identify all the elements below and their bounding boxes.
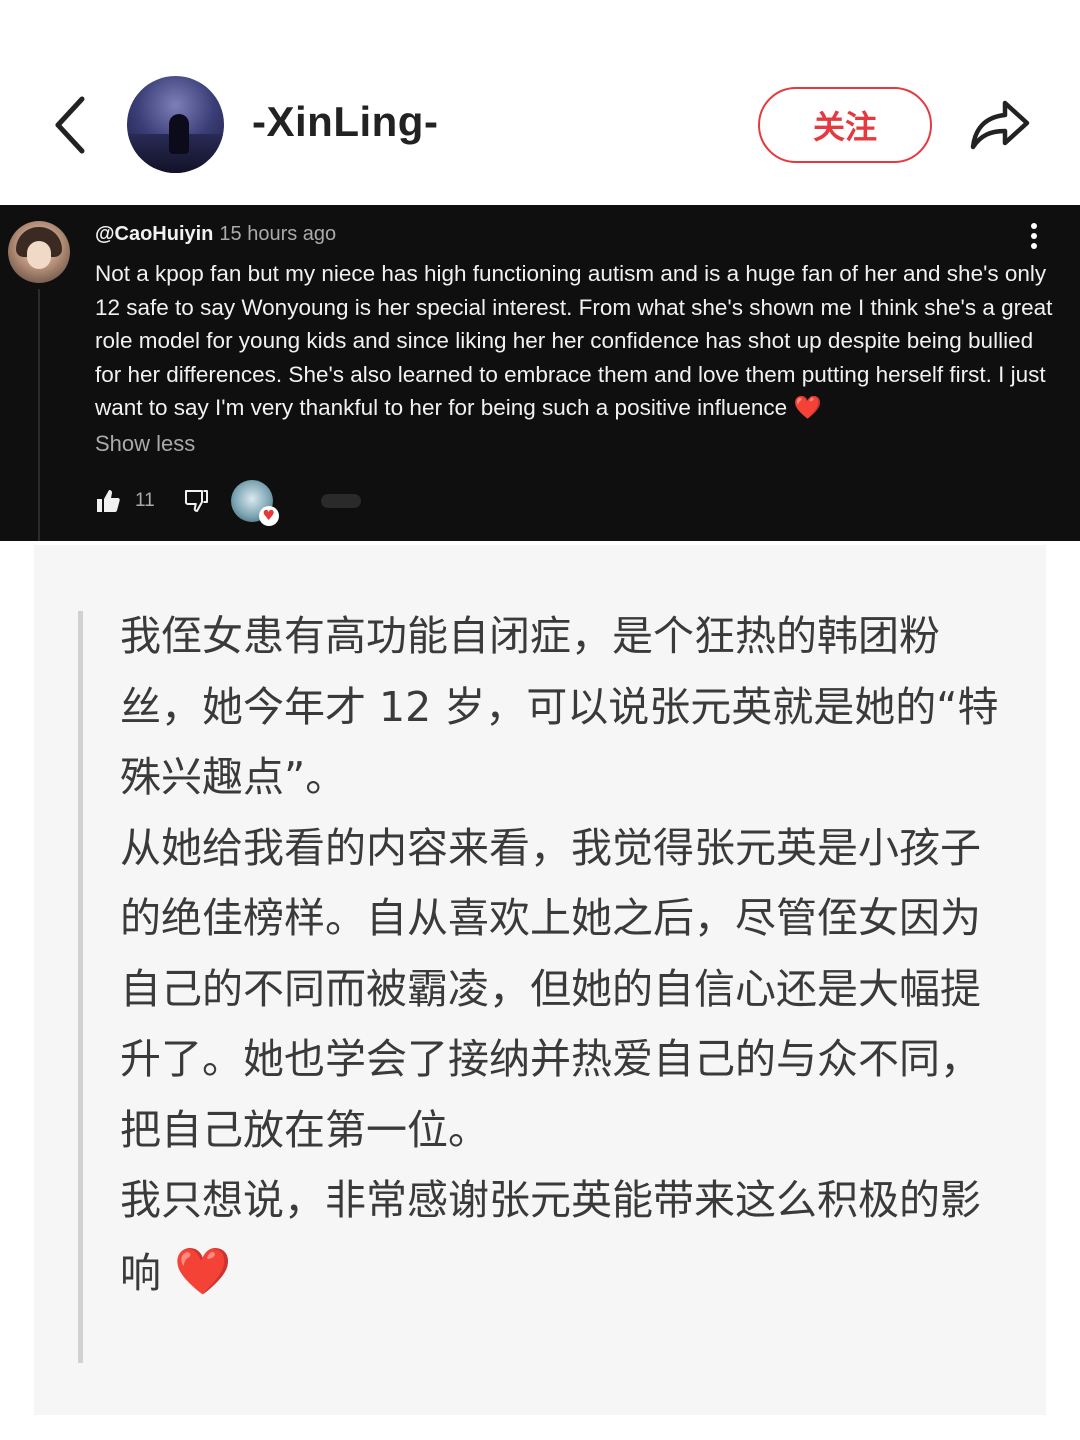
comment-body: Not a kpop fan but my niece has high fun… — [95, 261, 1053, 420]
back-button[interactable] — [40, 90, 100, 160]
heart-emoji: ❤️ — [793, 395, 822, 420]
quote-bar — [78, 611, 83, 1363]
comment-screenshot: @CaoHuiyin 15 hours ago Not a kpop fan bu… — [0, 205, 1080, 541]
commenter-avatar[interactable] — [8, 221, 70, 283]
thread-line — [38, 289, 40, 541]
thumbs-down-icon[interactable] — [183, 488, 209, 514]
blurred-element — [320, 494, 361, 508]
heart-emoji: ❤️ — [174, 1243, 232, 1298]
translation-quote: 我侄女患有高功能自闭症，是个狂热的韩团粉丝，她今年才 12 岁，可以说张元英就是… — [34, 545, 1046, 1415]
profile-header: -XinLing- 关注 — [0, 0, 1080, 205]
comment-text: Not a kpop fan but my niece has high fun… — [95, 257, 1065, 425]
kebab-menu-icon[interactable] — [1020, 219, 1048, 253]
comment-time: 15 hours ago — [219, 223, 337, 245]
like-count: 11 — [135, 490, 155, 511]
comment-meta: @CaoHuiyin 15 hours ago — [95, 223, 336, 246]
thumbs-up-icon[interactable] — [95, 488, 121, 514]
comment-handle[interactable]: @CaoHuiyin — [95, 223, 213, 245]
share-arrow-icon — [970, 100, 1030, 150]
follow-button[interactable]: 关注 — [758, 87, 932, 163]
creator-heart-icon[interactable]: ♥ — [230, 480, 279, 526]
chevron-left-icon — [55, 96, 85, 154]
show-less-link[interactable]: Show less — [95, 431, 195, 457]
avatar[interactable] — [127, 76, 224, 173]
translation-body: 我侄女患有高功能自闭症，是个狂热的韩团粉丝，她今年才 12 岁，可以说张元英就是… — [120, 612, 999, 1297]
share-button[interactable] — [965, 92, 1035, 158]
translation-text: 我侄女患有高功能自闭症，是个狂热的韩团粉丝，她今年才 12 岁，可以说张元英就是… — [120, 601, 1000, 1308]
username[interactable]: -XinLing- — [252, 98, 438, 146]
comment-actions: 11 ♥ — [95, 480, 361, 526]
